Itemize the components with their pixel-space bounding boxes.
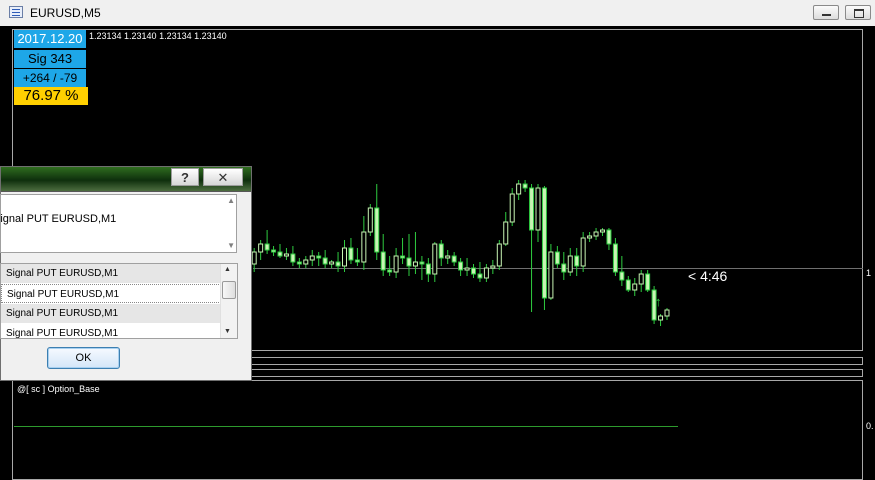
candle-body bbox=[251, 251, 257, 265]
candle-body bbox=[342, 247, 347, 267]
candle-body bbox=[354, 259, 360, 263]
candle-body bbox=[561, 263, 567, 273]
candle-body bbox=[374, 207, 380, 253]
candle-body bbox=[529, 187, 535, 231]
candle-body bbox=[322, 257, 328, 265]
candle-body bbox=[303, 259, 309, 265]
candle-body bbox=[496, 243, 502, 267]
candle-body bbox=[483, 267, 489, 279]
ohlc-readout: 1.23134 1.23140 1.23134 1.23140 bbox=[89, 31, 227, 41]
candle-body bbox=[464, 267, 470, 271]
candle-body bbox=[458, 261, 464, 271]
candle-body bbox=[554, 251, 560, 265]
candle-body bbox=[587, 235, 593, 239]
candle-body bbox=[645, 273, 651, 291]
candle-body bbox=[406, 257, 412, 267]
candle-body bbox=[593, 231, 599, 237]
candle-body bbox=[264, 243, 270, 251]
candle-body bbox=[522, 183, 528, 189]
candle-body bbox=[258, 243, 264, 253]
scroll-down-icon[interactable]: ▼ bbox=[227, 241, 235, 250]
score-badge: +264 / -79 bbox=[14, 69, 86, 87]
candle-body bbox=[612, 243, 618, 273]
candle-body bbox=[445, 255, 451, 259]
scrollbar-thumb[interactable] bbox=[222, 281, 236, 299]
candle-body bbox=[400, 255, 406, 259]
candle-body bbox=[367, 207, 373, 233]
price-axis-tick: 1 bbox=[866, 268, 872, 278]
candle-body bbox=[283, 253, 289, 257]
alert-dialog: ? ✕ Signal PUT EURUSD,M1 ▲ ▼ Signal PUT … bbox=[0, 166, 252, 381]
scroll-down-icon[interactable]: ▼ bbox=[224, 328, 231, 335]
candle-body bbox=[277, 251, 283, 257]
candle-body bbox=[509, 193, 515, 223]
candle-body bbox=[477, 273, 483, 279]
candle-body bbox=[290, 253, 296, 263]
candle-body bbox=[638, 273, 644, 285]
candle-body bbox=[329, 261, 335, 265]
scroll-up-icon[interactable]: ▲ bbox=[224, 266, 231, 273]
window-titlebar: EURUSD,M5 bbox=[0, 0, 875, 27]
candle-body bbox=[567, 255, 573, 273]
restore-button[interactable] bbox=[845, 5, 871, 20]
candle-body bbox=[335, 261, 341, 267]
candle-body bbox=[619, 271, 625, 281]
win-rate-badge: 76.97 % bbox=[14, 87, 88, 105]
candle-body bbox=[419, 261, 425, 265]
list-scrollbar[interactable]: ▲ ▼ bbox=[220, 264, 237, 338]
list-item[interactable]: Signal PUT EURUSD,M1 bbox=[1, 304, 221, 323]
list-item[interactable]: Signal PUT EURUSD,M1 bbox=[1, 284, 221, 303]
candle-body bbox=[271, 249, 277, 253]
candle-body bbox=[516, 183, 522, 195]
candle-body bbox=[348, 247, 354, 261]
window-title: EURUSD,M5 bbox=[30, 6, 101, 20]
minimize-button[interactable] bbox=[813, 5, 839, 20]
help-button[interactable]: ? bbox=[171, 168, 199, 186]
scroll-up-icon[interactable]: ▲ bbox=[227, 196, 235, 205]
chart-area[interactable]: 2017.12.20 Sig 343 +264 / -79 76.97 % 1.… bbox=[0, 26, 875, 480]
candle-body bbox=[412, 261, 418, 267]
candle-body bbox=[361, 231, 367, 263]
candle-body bbox=[451, 255, 457, 263]
candle-body bbox=[664, 309, 670, 317]
candle-body bbox=[541, 187, 547, 299]
candle-body bbox=[438, 243, 444, 259]
candle-body bbox=[490, 265, 496, 269]
list-item[interactable]: Signal PUT EURUSD,M1 bbox=[1, 324, 221, 338]
candle-body bbox=[535, 187, 541, 231]
candle-body bbox=[296, 261, 302, 265]
candle-body bbox=[548, 251, 554, 299]
candle-body bbox=[658, 315, 664, 321]
candle-body bbox=[574, 255, 580, 267]
ok-button[interactable]: OK bbox=[47, 347, 120, 369]
indicator-level-tick: 0. bbox=[866, 421, 874, 431]
candle-body bbox=[471, 267, 476, 275]
candle-body bbox=[387, 269, 393, 273]
candle-body bbox=[503, 221, 509, 245]
bar-countdown-timer: < 4:46 bbox=[688, 268, 728, 284]
candle-body bbox=[600, 229, 605, 233]
candle-body bbox=[425, 263, 431, 275]
up-arrow-icon: ↑ bbox=[655, 294, 662, 309]
candle-body bbox=[393, 255, 399, 273]
indicator-line bbox=[14, 426, 678, 427]
alert-message: Signal PUT EURUSD,M1 bbox=[0, 213, 117, 225]
list-item[interactable]: Signal PUT EURUSD,M1 bbox=[1, 264, 221, 283]
indicator-label: @[ sc ] Option_Base bbox=[17, 384, 100, 394]
candle-body bbox=[580, 237, 586, 267]
chart-window-icon bbox=[9, 6, 23, 18]
close-button[interactable]: ✕ bbox=[203, 168, 243, 186]
candle-body bbox=[606, 229, 612, 245]
candle-body bbox=[309, 255, 315, 261]
date-badge: 2017.12.20 bbox=[14, 30, 86, 48]
candle-body bbox=[380, 251, 386, 271]
candle-body bbox=[625, 279, 631, 291]
candle-body bbox=[632, 283, 638, 291]
signals-count-badge: Sig 343 bbox=[14, 50, 86, 68]
alerts-list[interactable]: Signal PUT EURUSD,M1 Signal PUT EURUSD,M… bbox=[0, 263, 238, 339]
candle-body bbox=[316, 255, 322, 259]
alert-message-box: Signal PUT EURUSD,M1 ▲ ▼ bbox=[0, 194, 237, 253]
candle-body bbox=[432, 243, 438, 275]
